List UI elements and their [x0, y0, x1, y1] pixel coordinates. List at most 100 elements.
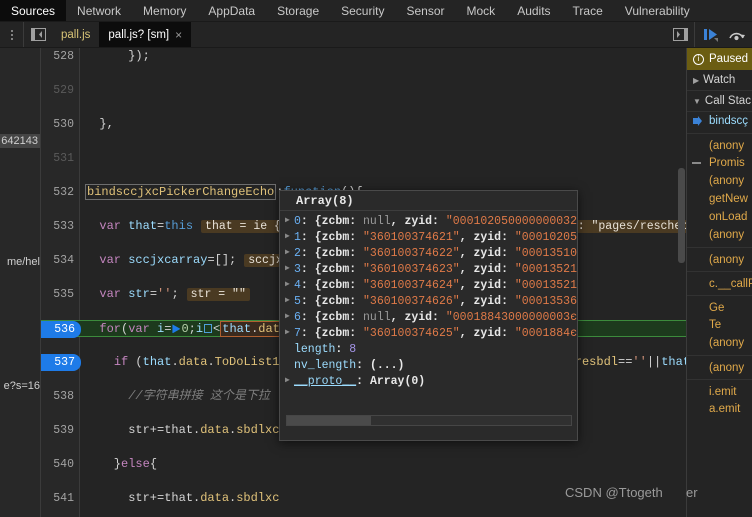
panel-tab-sensor[interactable]: Sensor: [395, 0, 455, 21]
call-stack-frame[interactable]: a.emit: [687, 400, 752, 418]
file-tab-1[interactable]: pall.js? [sm] ×: [99, 22, 192, 47]
panel-tab-appdata[interactable]: AppData: [197, 0, 266, 21]
item-separator: , zyid:: [459, 231, 515, 245]
popover-scrollbar-thumb[interactable]: [287, 416, 371, 425]
call-stack-frame[interactable]: c.__callP: [687, 271, 752, 292]
item-separator: , zyid:: [459, 327, 515, 341]
popover-proto-row[interactable]: ▶ __proto__: Array(0): [280, 373, 577, 389]
panel-tab-storage[interactable]: Storage: [266, 0, 330, 21]
chevron-right-icon[interactable]: ▶: [693, 70, 699, 91]
call-stack-frame[interactable]: (anony: [687, 172, 752, 190]
call-stack-frame[interactable]: Promis: [687, 154, 752, 172]
line-number[interactable]: 530: [41, 116, 80, 133]
line-number[interactable]: 539: [41, 422, 80, 439]
call-stack-frame[interactable]: (anony: [687, 133, 752, 154]
sidebar-sections: ▶ Watch ▼ Call Stac bindscç (anony Promis (anon…: [687, 70, 752, 418]
code-line[interactable]: 530 },: [41, 116, 686, 133]
line-number[interactable]: 534: [41, 252, 80, 269]
popover-array-item[interactable]: ▶ 6: {zcbm: null, zyid: "0001884300000000…: [280, 309, 577, 325]
call-stack-frame[interactable]: (anony: [687, 355, 752, 376]
line-number[interactable]: 535: [41, 286, 80, 303]
more-options-icon[interactable]: [0, 22, 24, 47]
panel-tab-trace[interactable]: Trace: [562, 0, 614, 21]
array-index: 5: [294, 295, 301, 309]
editor-scrollbar-thumb[interactable]: [678, 168, 685, 263]
step-over-next-function-icon[interactable]: [725, 23, 747, 47]
popover-array-item[interactable]: ▶ 7: {zcbm: "360100374625", zyid: "000188…: [280, 325, 577, 341]
file-tab-0[interactable]: pall.js: [52, 22, 99, 47]
popover-array-item[interactable]: ▶ 4: {zcbm: "360100374624", zyid: "000135…: [280, 277, 577, 293]
editor-vertical-scrollbar[interactable]: [677, 48, 686, 517]
popover-nvlength-row[interactable]: ▶nv_length: (...): [280, 357, 577, 373]
call-stack-frame[interactable]: i.emit: [687, 379, 752, 400]
line-number[interactable]: 536: [41, 321, 81, 338]
zyid-value: "00013536є: [514, 295, 578, 309]
item-prefix: : {zcbm:: [300, 215, 364, 229]
show-debugger-sidebar-icon[interactable]: [666, 22, 694, 47]
sidebar-section-watch[interactable]: ▶ Watch: [687, 70, 752, 91]
line-number[interactable]: 538: [41, 388, 80, 405]
panel-tab-sources[interactable]: Sources: [0, 0, 67, 21]
call-stack-frame[interactable]: (anony: [687, 247, 752, 268]
popover-array-item[interactable]: ▶ 5: {zcbm: "360100374626", zyid: "000135…: [280, 293, 577, 309]
expand-triangle-icon[interactable]: ▶: [285, 229, 294, 245]
item-prefix: : {zcbm:: [300, 311, 364, 325]
line-number[interactable]: 541: [41, 490, 80, 507]
popover-horizontal-scrollbar[interactable]: [286, 415, 572, 426]
line-number[interactable]: 532: [41, 184, 80, 201]
call-stack-frame[interactable]: Te: [687, 316, 752, 334]
expand-triangle-icon[interactable]: ▶: [285, 325, 294, 341]
resume-script-execution-icon[interactable]: [700, 23, 722, 47]
zcbm-value: null: [363, 311, 391, 325]
call-stack-frame[interactable]: onLoad: [687, 208, 752, 226]
expand-triangle-icon[interactable]: ▶: [285, 245, 294, 261]
code-line[interactable]: 540 }else{: [41, 456, 686, 473]
show-navigator-icon[interactable]: [24, 22, 52, 47]
proto-key[interactable]: __proto__: [294, 375, 356, 388]
line-number[interactable]: 529: [41, 82, 80, 99]
close-icon[interactable]: ×: [175, 29, 182, 41]
line-number[interactable]: 528: [41, 48, 80, 65]
panel-tab-vulnerability[interactable]: Vulnerability: [614, 0, 701, 21]
panel-tab-memory[interactable]: Memory: [132, 0, 197, 21]
line-number[interactable]: 540: [41, 456, 80, 473]
sidebar-section-call-stack[interactable]: ▼ Call Stac: [687, 91, 752, 112]
zcbm-value: "360100374625": [363, 327, 460, 341]
popover-array-item[interactable]: ▶ 2: {zcbm: "360100374622", zyid: "000135…: [280, 245, 577, 261]
expand-triangle-icon[interactable]: ▶: [285, 373, 294, 389]
panel-tab-security[interactable]: Security: [330, 0, 395, 21]
object-value-popover[interactable]: Array(8) ▶ 0: {zcbm: null, zyid: "0001020…: [279, 190, 578, 441]
watermark-text-left: CSDN @Ttogeth: [565, 485, 663, 500]
panel-tab-audits[interactable]: Audits: [506, 0, 561, 21]
chevron-down-icon[interactable]: ▼: [693, 91, 701, 112]
zcbm-value: null: [363, 215, 391, 229]
panel-tab-label: Network: [77, 3, 122, 18]
expand-triangle-icon[interactable]: ▶: [285, 277, 294, 293]
line-number[interactable]: 537: [41, 354, 81, 371]
nv-length-value[interactable]: (...): [370, 359, 405, 372]
call-stack-frame[interactable]: getNew: [687, 190, 752, 208]
popover-array-item[interactable]: ▶ 1: {zcbm: "360100374621", zyid: "000102…: [280, 229, 577, 245]
panel-tab-network[interactable]: Network: [66, 0, 132, 21]
expand-triangle-icon[interactable]: ▶: [285, 293, 294, 309]
call-stack-frame[interactable]: (anony: [687, 226, 752, 244]
popover-array-item[interactable]: ▶ 0: {zcbm: null, zyid: "0001020500000000…: [280, 213, 577, 229]
expand-triangle-icon[interactable]: ▶: [285, 261, 294, 277]
popover-property-list[interactable]: ▶ 0: {zcbm: null, zyid: "0001020500000000…: [280, 211, 577, 389]
code-line[interactable]: 528 });: [41, 48, 686, 65]
call-stack-frame[interactable]: bindscç: [687, 112, 752, 130]
popover-array-item[interactable]: ▶ 3: {zcbm: "360100374623", zyid: "000135…: [280, 261, 577, 277]
code-line[interactable]: 531: [41, 150, 686, 167]
line-number[interactable]: 533: [41, 218, 80, 235]
expand-triangle-icon[interactable]: ▶: [285, 213, 294, 229]
panel-tab-mock[interactable]: Mock: [456, 0, 507, 21]
array-index: 0: [294, 215, 301, 229]
line-content: str+=that.data.sbdlxc: [85, 423, 280, 437]
call-stack-frame[interactable]: (anony: [687, 334, 752, 352]
line-number[interactable]: 531: [41, 150, 80, 167]
expand-triangle-icon[interactable]: ▶: [285, 309, 294, 325]
debugger-controls: [694, 22, 752, 47]
item-separator: , zyid:: [459, 295, 515, 309]
call-stack-frame[interactable]: Ge: [687, 295, 752, 316]
code-line[interactable]: 529: [41, 82, 686, 99]
